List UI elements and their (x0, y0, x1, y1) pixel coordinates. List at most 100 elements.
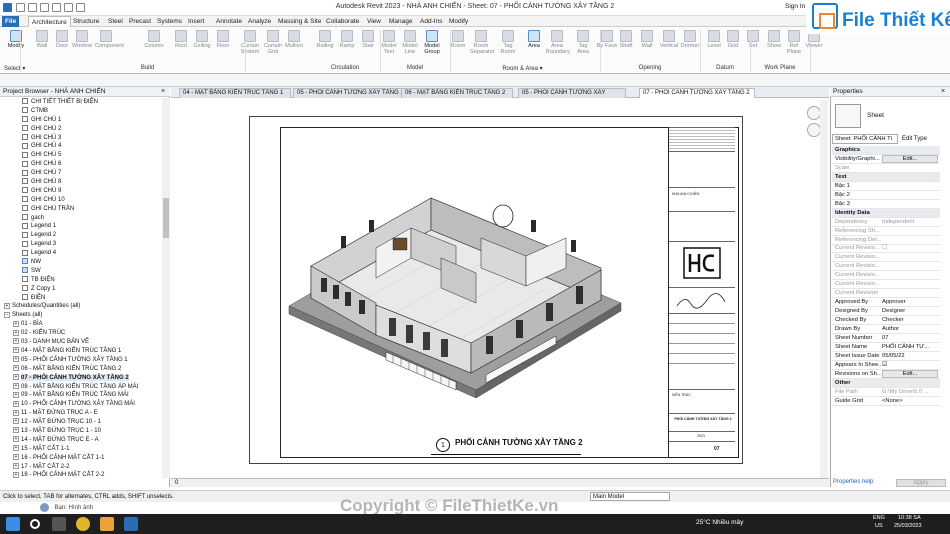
ribbon-tab-modify[interactable]: Modify (446, 16, 471, 27)
ribbon-button-window[interactable]: Window (71, 30, 93, 49)
ribbon-button-door[interactable]: Door (51, 30, 73, 49)
property-row[interactable]: Referencing Sh... (832, 227, 940, 236)
scale-label[interactable]: 0 (175, 480, 178, 486)
property-value[interactable]: ☐ (882, 244, 938, 253)
property-row[interactable]: Drawn By Author (832, 325, 940, 334)
task-view-icon[interactable] (52, 517, 66, 531)
property-row[interactable]: Sheet Issue Date 05/05/22 (832, 352, 940, 361)
property-row[interactable]: Bậc 3 (832, 200, 940, 209)
view-tab[interactable]: 07 - PHỐI CẢNH TƯỜNG XÂY TẦNG 2 (639, 88, 755, 98)
expand-toggle-icon[interactable]: + (13, 338, 19, 345)
ribbon-tab-collaborate[interactable]: Collaborate (323, 16, 362, 27)
expand-toggle-icon[interactable]: + (13, 320, 19, 327)
3d-perspective-view[interactable] (281, 128, 699, 428)
legend-view-icon[interactable] (22, 160, 28, 167)
property-row[interactable]: Appears In Shee... ☑ (832, 361, 940, 370)
property-row[interactable]: Bậc 2 (832, 191, 940, 200)
legend-view-icon[interactable] (22, 214, 28, 220)
ribbon-button-ramp[interactable]: Ramp (336, 30, 358, 49)
expand-toggle-icon[interactable]: + (13, 365, 19, 372)
ribbon-button-component[interactable]: Component (95, 30, 124, 49)
property-edit-button[interactable]: Edit... (882, 154, 938, 163)
property-row[interactable]: Visibility/Graphi... Edit... (832, 154, 940, 164)
property-value[interactable]: ☑ (882, 361, 938, 370)
view-tab[interactable]: 04 - MẶT BẰNG KIẾN TRÚC TẦNG 1 (179, 88, 291, 98)
property-row[interactable]: Sheet Name PHỐI CẢNH TƯ... (832, 343, 940, 352)
project-browser-item[interactable]: Legend 4 (0, 249, 162, 258)
edit-type-button[interactable]: Edit Type (902, 134, 927, 144)
zoom-icon[interactable] (807, 123, 821, 137)
expand-toggle-icon[interactable]: + (13, 471, 19, 478)
ribbon-button-area[interactable]: Area (523, 30, 545, 49)
property-value[interactable]: Designer (882, 307, 938, 316)
property-row[interactable]: Current Revisio... (832, 280, 940, 290)
project-browser-item[interactable]: +14 - MẶT ĐỨNG TRỤC E - A (0, 436, 162, 445)
expand-toggle-icon[interactable]: + (13, 418, 19, 425)
ribbon-tab-steel[interactable]: Steel (105, 16, 126, 27)
property-value[interactable]: G:\My Drive\5.0 ... (882, 388, 938, 397)
project-browser-item[interactable]: GHI CHÚ 6 (0, 160, 162, 169)
ribbon-button-wall[interactable]: Wall (31, 30, 53, 49)
ribbon-button-floor[interactable]: Floor (212, 30, 234, 49)
property-value[interactable]: Independent (882, 218, 938, 227)
legend-view-icon[interactable] (22, 169, 28, 176)
expand-toggle-icon[interactable]: + (13, 436, 19, 443)
ribbon-tab-insert[interactable]: Insert (185, 16, 207, 27)
property-row[interactable]: Scale (832, 164, 940, 173)
ribbon-button-vertical[interactable]: Vertical (658, 30, 680, 49)
ribbon-button-roof[interactable]: Roof (170, 30, 192, 49)
ribbon-button-mullion[interactable]: Mullion (283, 30, 305, 49)
ribbon-button-tag-room[interactable]: Tag Room (497, 30, 519, 55)
ribbon-group-label[interactable]: Datum (700, 65, 750, 71)
property-value[interactable]: 05/05/22 (882, 352, 938, 361)
project-browser-item[interactable]: CHI TIẾT THIẾT BỊ ĐIỆN (0, 98, 162, 107)
ribbon-tab-view[interactable]: View (364, 16, 384, 27)
ribbon-tab-structure[interactable]: Structure (70, 16, 102, 27)
expand-toggle-icon[interactable]: − (4, 311, 10, 318)
project-browser-item[interactable]: TB ĐIỆN (0, 276, 162, 285)
legend-view-icon[interactable] (22, 98, 28, 105)
property-row[interactable]: Checked By Checker (832, 316, 940, 326)
close-icon[interactable]: × (161, 88, 165, 95)
project-browser-item[interactable]: +08 - MẶT BẰNG KIẾN TRÚC TẦNG ÁP MÁI (0, 382, 162, 392)
legend-view-icon[interactable] (22, 205, 28, 212)
property-row[interactable]: Bậc 1 (832, 182, 940, 191)
project-browser-item[interactable]: +05 - PHỐI CẢNH TƯỜNG XÂY TẦNG 1 (0, 356, 162, 365)
project-browser-item[interactable]: +18 - PHỐI CẢNH MẶT CẮT 2-2 (0, 471, 162, 480)
expand-toggle-icon[interactable]: + (13, 427, 19, 434)
project-browser-item[interactable]: Z Copy 1 (0, 285, 162, 294)
property-section-header[interactable]: Other (832, 378, 940, 388)
project-browser-item[interactable]: GHI CHÚ 2 (0, 125, 162, 134)
ribbon-button-curtain-system[interactable]: Curtain System (239, 30, 261, 55)
project-browser-item[interactable]: GHI CHÚ TRẦN (0, 205, 162, 214)
ribbon-button-shaft[interactable]: Shaft (615, 30, 637, 49)
ribbon-tab-massing-site[interactable]: Massing & Site (275, 16, 324, 27)
property-value[interactable]: <None> (882, 397, 938, 406)
legend-view-icon[interactable] (22, 249, 28, 256)
ribbon-group-label[interactable]: Work Plane (750, 65, 810, 71)
property-row[interactable]: Sheet Number 07 (832, 334, 940, 343)
project-browser-item[interactable]: ĐIỆN (0, 294, 162, 303)
legend-view-icon[interactable] (22, 151, 28, 158)
project-browser-item[interactable]: Legend 1 (0, 222, 162, 231)
active-workset-dropdown[interactable]: Main Model (590, 492, 670, 501)
legend-view-icon[interactable] (22, 133, 28, 140)
ribbon-button-modify[interactable]: Modify (5, 30, 27, 49)
property-value[interactable]: Checker (882, 316, 938, 325)
view-tab[interactable]: 05 - PHỐI CẢNH TƯỜNG XÂY TẦNG 1 (293, 88, 405, 98)
property-row[interactable]: File Path G:\My Drive\5.0 ... (832, 388, 940, 397)
revit-taskbar-icon[interactable] (124, 517, 138, 531)
project-browser-item[interactable]: Legend 2 (0, 231, 162, 240)
expand-toggle-icon[interactable]: + (13, 356, 19, 363)
ribbon-button-area-boundary[interactable]: Area Boundary (546, 30, 570, 55)
ribbon-tab-analyze[interactable]: Analyze (245, 16, 274, 27)
project-browser-item[interactable]: +06 - MẶT BẰNG KIẾN TRÚC TẦNG 2 (0, 365, 162, 374)
ribbon-button-model-text[interactable]: Model Text (378, 30, 400, 55)
property-row[interactable]: Guide Grid <None> (832, 397, 940, 406)
expand-toggle-icon[interactable]: + (13, 347, 19, 354)
legend-view-icon[interactable] (22, 285, 28, 292)
ribbon-button-tag-area[interactable]: Tag Area (572, 30, 594, 55)
project-browser-item[interactable]: GHI CHÚ 4 (0, 142, 162, 151)
expand-toggle-icon[interactable]: + (13, 462, 19, 469)
project-browser-item[interactable]: +15 - MẶT CẮT 1-1 (0, 445, 162, 454)
